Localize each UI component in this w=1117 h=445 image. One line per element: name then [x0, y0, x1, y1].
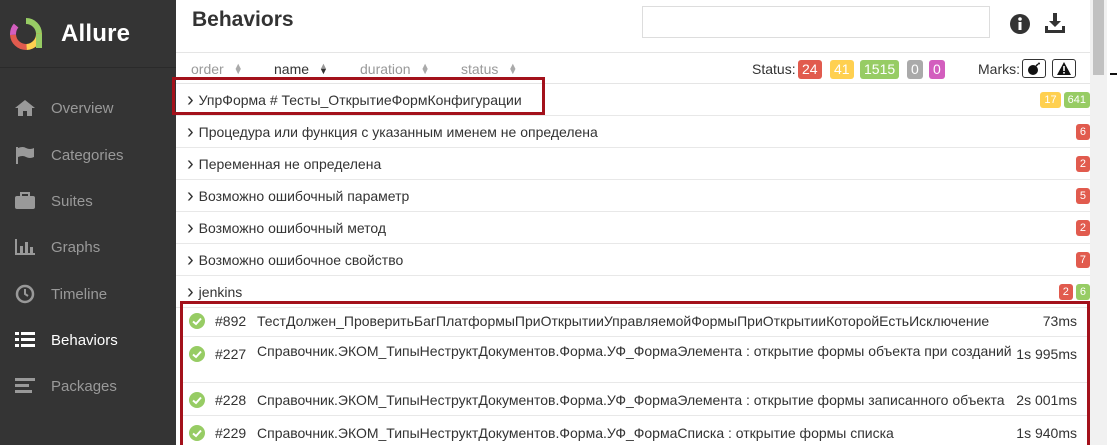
sidebar-item-label: Timeline	[51, 285, 108, 303]
sort-name[interactable]: name ▲ ▼	[274, 61, 328, 77]
flaky-mark-button[interactable]	[1022, 59, 1046, 78]
group-counts: 2	[1073, 220, 1090, 236]
chevron-right-icon: ›	[187, 216, 194, 239]
group-row[interactable]: › Возможно ошибочное свойство 7	[176, 244, 1090, 276]
count-badge: 6	[1075, 124, 1090, 140]
group-row[interactable]: › Возможно ошибочный метод 2	[176, 212, 1090, 244]
sidebar-item-label: Suites	[51, 192, 93, 210]
search-input[interactable]	[642, 6, 990, 38]
sort-order[interactable]: order ▲ ▼	[191, 61, 243, 77]
warning-mark-button[interactable]	[1052, 59, 1076, 78]
sidebar-item-packages[interactable]: Packages	[0, 363, 176, 409]
chevron-right-icon: ›	[187, 152, 194, 175]
group-counts: 17 641	[1037, 92, 1090, 108]
group-counts: 26	[1056, 284, 1090, 300]
count-badge: 7	[1075, 252, 1090, 268]
sort-label: name	[274, 61, 310, 77]
highlight-box	[180, 301, 1090, 445]
scrollbar-thumb[interactable]	[1093, 0, 1104, 75]
right-pane	[1107, 0, 1117, 445]
group-counts: 7	[1073, 252, 1090, 268]
list-icon	[13, 329, 37, 351]
sort-label: duration	[360, 61, 411, 77]
count-badge: 2	[1058, 284, 1073, 300]
sidebar: Allure Overview Categories Suites Graphs…	[0, 0, 176, 445]
highlight-box	[172, 77, 545, 115]
sidebar-item-label: Overview	[51, 99, 114, 117]
info-icon[interactable]	[1010, 14, 1030, 37]
group-label: Возможно ошибочный параметр	[198, 187, 410, 204]
sort-arrows-icon: ▲ ▼	[319, 61, 328, 76]
download-icon[interactable]	[1044, 12, 1066, 37]
count-badge: 2	[1075, 220, 1090, 236]
main-pane: Behaviors order ▲ ▼ name ▲ ▼ duration ▲ ▼ s…	[172, 0, 1090, 445]
chevron-right-icon: ›	[187, 280, 194, 303]
home-icon	[13, 97, 37, 119]
count-badge: 6	[1075, 284, 1090, 300]
sidebar-item-suites[interactable]: Suites	[0, 178, 176, 224]
sort-status[interactable]: status ▲ ▼	[461, 61, 517, 77]
sort-arrows-icon: ▲ ▼	[420, 61, 430, 76]
sidebar-item-timeline[interactable]: Timeline	[0, 271, 176, 317]
group-row[interactable]: › Процедура или функция с указанным имене…	[176, 116, 1090, 148]
marks-label: Marks:	[978, 61, 1020, 77]
count-badge: 2	[1075, 156, 1090, 172]
sort-arrows-icon: ▲ ▼	[508, 61, 518, 76]
page-title: Behaviors	[192, 8, 294, 31]
count-badge: 17	[1040, 92, 1061, 108]
sort-label: status	[461, 61, 499, 77]
status-skipped-toggle[interactable]: 0	[907, 60, 923, 79]
group-row[interactable]: › Возможно ошибочный параметр 5	[176, 180, 1090, 212]
allure-logo-icon	[10, 17, 42, 50]
status-failed-toggle[interactable]: 24	[798, 60, 822, 79]
group-counts: 5	[1073, 188, 1090, 204]
chevron-right-icon: ›	[187, 248, 194, 271]
group-label: Возможно ошибочное свойство	[198, 251, 404, 268]
chevron-right-icon: ›	[187, 184, 194, 207]
warning-icon	[1057, 62, 1071, 75]
sidebar-item-behaviors[interactable]: Behaviors	[0, 317, 176, 363]
app-name: Allure	[61, 19, 131, 47]
sort-duration[interactable]: duration ▲ ▼	[360, 61, 430, 77]
brand[interactable]: Allure	[0, 0, 176, 68]
group-row[interactable]: › Переменная не определена 2	[176, 148, 1090, 180]
group-counts: 2	[1073, 156, 1090, 172]
sidebar-item-graphs[interactable]: Graphs	[0, 224, 176, 270]
status-unknown-toggle[interactable]: 0	[929, 60, 945, 79]
status-broken-toggle[interactable]: 41	[830, 60, 854, 79]
group-label: Возможно ошибочный метод	[198, 219, 387, 236]
group-counts: 6	[1073, 124, 1090, 140]
group-label: Процедура или функция с указанным именем…	[198, 123, 598, 140]
clock-icon	[13, 283, 37, 305]
sidebar-item-label: Graphs	[51, 238, 101, 256]
status-passed-toggle[interactable]: 1515	[860, 60, 900, 79]
sort-arrows-icon: ▲ ▼	[233, 61, 243, 76]
bar-chart-icon	[13, 236, 37, 258]
bomb-icon	[1028, 62, 1040, 75]
group-label: Переменная не определена	[198, 155, 382, 172]
sort-label: order	[191, 61, 224, 77]
chevron-right-icon: ›	[187, 120, 194, 143]
count-badge: 5	[1075, 188, 1090, 204]
sidebar-item-categories[interactable]: Categories	[0, 132, 176, 178]
status-filter-label: Status:	[752, 61, 796, 77]
align-left-icon	[13, 375, 37, 397]
sidebar-item-label: Packages	[51, 377, 117, 395]
group-label: jenkins	[198, 283, 243, 300]
sidebar-item-label: Categories	[51, 146, 124, 164]
flag-icon	[13, 144, 37, 166]
sidebar-item-label: Behaviors	[51, 331, 118, 349]
briefcase-icon	[13, 190, 37, 212]
count-badge: 641	[1063, 92, 1090, 108]
sidebar-item-overview[interactable]: Overview	[0, 85, 176, 131]
